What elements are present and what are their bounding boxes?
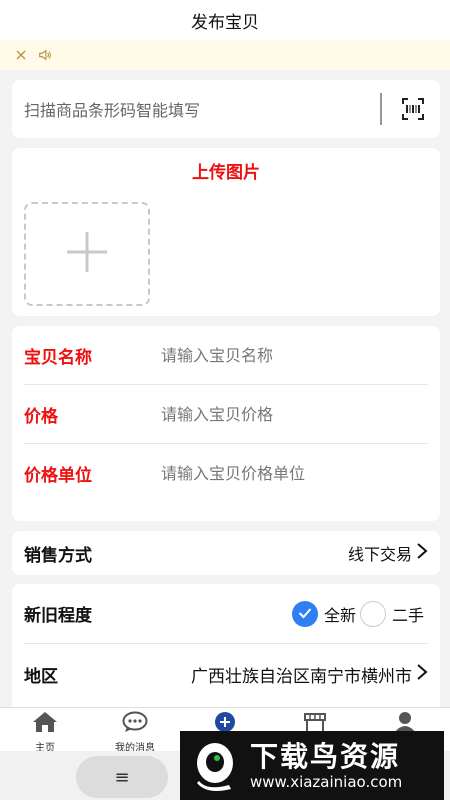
upload-title: 上传图片	[192, 163, 260, 183]
details-card: 新旧程度 全新 二手 地区 广西壮族自治区南宁市横州市	[12, 584, 440, 714]
barcode-scan-card[interactable]: 扫描商品条形码智能填写	[12, 80, 440, 138]
top-bar: 发布宝贝	[0, 0, 450, 40]
menu-button[interactable]: ≡	[76, 756, 168, 798]
page-title: 发布宝贝	[191, 12, 259, 33]
watermark-texts: 下载鸟资源 www.xiazainiao.com	[250, 739, 403, 791]
condition-label: 新旧程度	[24, 606, 92, 626]
sale-method-row[interactable]: 销售方式 线下交易	[12, 531, 440, 575]
form-row-price: 价格	[24, 385, 428, 444]
notice-bar	[0, 40, 450, 70]
scan-icon[interactable]	[400, 96, 426, 122]
radio-new[interactable]	[291, 600, 318, 627]
home-icon	[32, 711, 58, 737]
price-label: 价格	[24, 406, 58, 427]
radio-used[interactable]	[359, 600, 386, 627]
check-icon	[298, 604, 312, 623]
radio-used-label[interactable]: 二手	[392, 602, 424, 626]
price-unit-label: 价格单位	[24, 466, 92, 486]
region-row[interactable]: 地区 广西壮族自治区南宁市横州市	[24, 644, 428, 704]
price-input[interactable]	[161, 404, 428, 424]
tab-home[interactable]: 主页	[0, 708, 90, 754]
upload-image-card: 上传图片	[12, 148, 440, 316]
speaker-icon	[38, 48, 52, 62]
region-label: 地区	[24, 666, 58, 687]
chat-icon	[122, 711, 148, 737]
form-row-unit: 价格单位	[24, 444, 428, 503]
name-input[interactable]	[161, 345, 428, 365]
tab-messages[interactable]: 我的消息	[90, 708, 180, 754]
product-form-card: 宝贝名称 价格 价格单位	[12, 326, 440, 521]
plus-icon	[65, 230, 109, 278]
watermark-overlay: 下载鸟资源 www.xiazainiao.com	[180, 731, 444, 800]
add-image-button[interactable]	[24, 202, 150, 306]
scan-placeholder: 扫描商品条形码智能填写	[24, 101, 201, 120]
name-label: 宝贝名称	[24, 347, 92, 368]
price-unit-input[interactable]	[161, 464, 428, 483]
watermark-title: 下载鸟资源	[250, 739, 401, 773]
chevron-right-icon	[416, 542, 428, 564]
region-value: 广西壮族自治区南宁市横州市	[191, 666, 412, 687]
sale-method-value: 线下交易	[347, 545, 412, 564]
close-icon[interactable]	[14, 48, 28, 62]
condition-row: 新旧程度 全新 二手	[24, 584, 428, 644]
sale-method-label: 销售方式	[24, 545, 92, 566]
radio-new-label[interactable]: 全新	[324, 602, 356, 626]
chevron-right-icon	[416, 663, 428, 685]
bird-logo-icon	[190, 740, 242, 792]
divider	[380, 93, 382, 125]
form-row-name: 宝贝名称	[24, 326, 428, 385]
watermark-url: www.xiazainiao.com	[250, 772, 403, 791]
